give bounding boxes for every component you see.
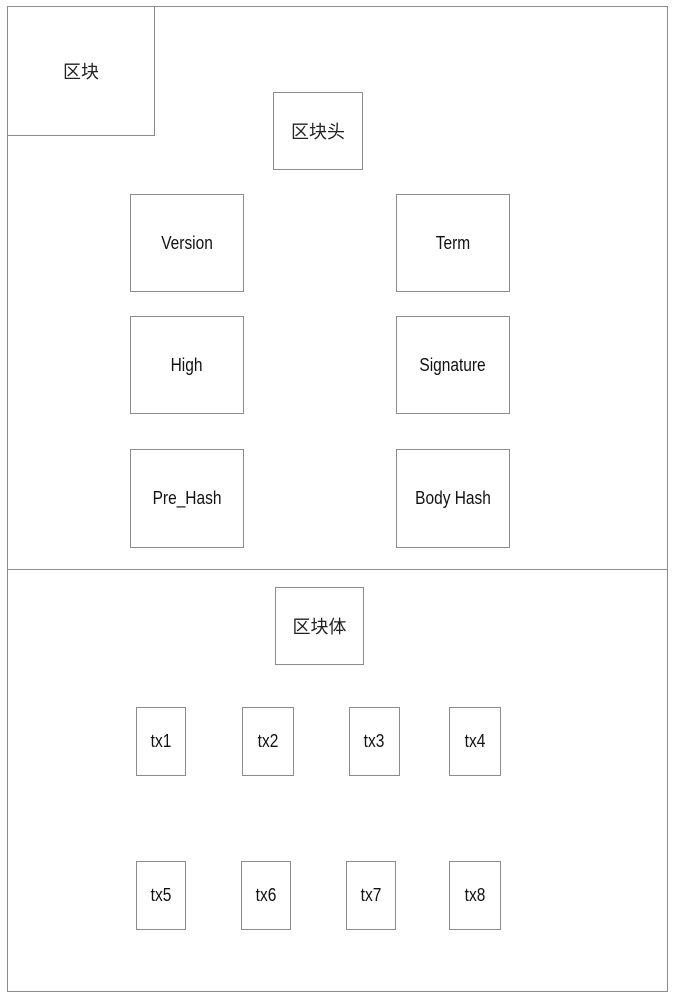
header-body-divider xyxy=(7,569,668,570)
tx-box-6: tx6 xyxy=(241,861,291,930)
field-box-version: Version xyxy=(130,194,244,292)
block-body-title: 区块体 xyxy=(292,617,347,638)
block-header-title: 区块头 xyxy=(291,122,345,143)
field-box-body-hash: Body Hash xyxy=(396,449,510,548)
tx-box-4: tx4 xyxy=(449,707,501,776)
field-signature: Signature xyxy=(419,354,487,375)
tx-label-8: tx8 xyxy=(464,885,486,905)
tx-label-2: tx2 xyxy=(257,731,279,751)
block-label-box: 区块 xyxy=(7,6,155,136)
field-term: Term xyxy=(435,232,471,253)
block-body-title-box: 区块体 xyxy=(275,587,364,665)
tx-box-7: tx7 xyxy=(346,861,396,930)
tx-box-2: tx2 xyxy=(242,707,294,776)
tx-label-7: tx7 xyxy=(360,885,382,905)
field-high: High xyxy=(171,354,203,375)
tx-label-3: tx3 xyxy=(364,731,385,751)
field-version: Version xyxy=(161,232,213,253)
tx-label-4: tx4 xyxy=(464,731,486,751)
block-header-title-box: 区块头 xyxy=(273,92,363,170)
tx-label-6: tx6 xyxy=(255,885,277,905)
tx-box-8: tx8 xyxy=(449,861,501,930)
tx-label-5: tx5 xyxy=(150,885,172,905)
field-box-signature: Signature xyxy=(396,316,510,414)
block-label: 区块 xyxy=(63,62,99,83)
field-pre-hash: Pre_Hash xyxy=(152,488,222,508)
field-box-high: High xyxy=(130,316,244,414)
field-box-pre-hash: Pre_Hash xyxy=(130,449,244,548)
field-box-term: Term xyxy=(396,194,510,292)
tx-label-1: tx1 xyxy=(150,731,172,751)
tx-box-1: tx1 xyxy=(136,707,186,776)
tx-box-5: tx5 xyxy=(136,861,186,930)
field-body-hash: Body Hash xyxy=(415,488,491,508)
tx-box-3: tx3 xyxy=(349,707,400,776)
